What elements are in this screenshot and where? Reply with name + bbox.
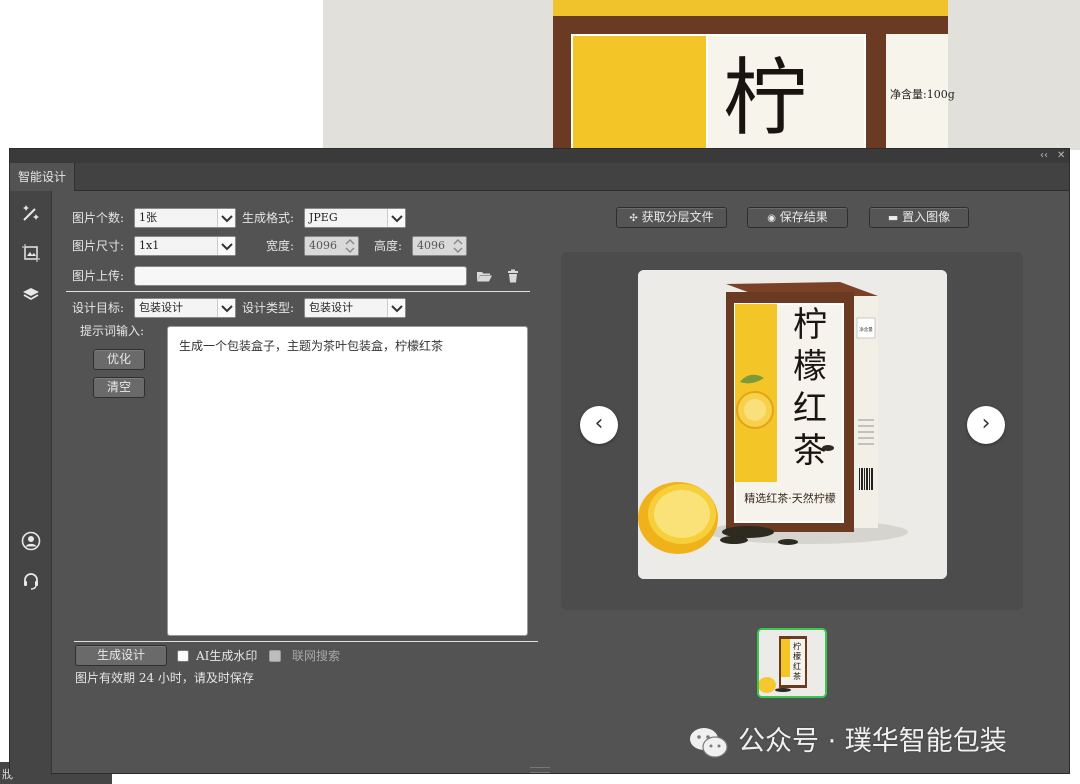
svg-text:茶: 茶: [793, 431, 827, 471]
move-icon: ✣: [629, 213, 638, 224]
tea-box-thumbnail: 柠 檬 红 茶: [759, 630, 825, 696]
svg-text:红: 红: [793, 661, 801, 671]
background-photo: 柠 净含量:100g: [323, 0, 1080, 150]
folder-open-icon[interactable]: [476, 269, 493, 283]
preview-image: 柠 檬 红 茶 精选红茶·天然柠檬 净含量: [638, 270, 947, 579]
panel-titlebar: ‹‹ ✕: [10, 149, 1069, 163]
resize-grip[interactable]: [530, 767, 550, 773]
svg-text:净含量: 净含量: [859, 326, 873, 333]
chevron-down-icon: [217, 209, 235, 227]
clear-button[interactable]: 清空: [93, 377, 145, 398]
image-upload-field[interactable]: [134, 266, 467, 286]
expiry-note: 图片有效期 24 小时，请及时保存: [75, 671, 254, 685]
image-size-select[interactable]: 1x1: [134, 236, 236, 256]
design-target-select[interactable]: 包装设计: [134, 298, 236, 318]
tab-smart-design[interactable]: 智能设计: [10, 163, 76, 191]
svg-text:檬: 檬: [793, 347, 827, 387]
next-image-button[interactable]: ›: [967, 406, 1005, 444]
watermark-checkbox[interactable]: [177, 650, 189, 662]
customer-service-icon[interactable]: [21, 571, 41, 591]
generate-design-button[interactable]: 生成设计: [75, 645, 167, 666]
prompt-textarea[interactable]: 生成一个包装盒子，主题为茶叶包装盒，柠檬红茶: [167, 326, 528, 636]
optimize-button[interactable]: 优化: [93, 349, 145, 370]
layers-icon[interactable]: [21, 285, 41, 305]
screen-root: 柠 净含量:100g 戕 ‹‹ ✕ 智能设计 图片个数: 1张 生成格式: JP…: [0, 0, 1080, 784]
background-tea-box: 柠 净含量:100g: [553, 0, 955, 150]
svg-text:精选红茶·天然柠檬: 精选红茶·天然柠檬: [744, 491, 836, 505]
svg-text:柠: 柠: [793, 641, 801, 651]
height-stepper[interactable]: 4096: [412, 236, 467, 256]
chevron-down-icon: [387, 299, 405, 317]
record-icon: ◉: [767, 213, 776, 224]
divider: [74, 641, 538, 642]
design-type-label: 设计类型:: [242, 301, 295, 315]
save-result-button[interactable]: ◉ 保存结果: [747, 207, 848, 228]
stepper-arrows-icon[interactable]: [452, 238, 464, 254]
width-label: 宽度:: [266, 239, 295, 253]
previous-image-button[interactable]: ‹: [580, 406, 618, 444]
chevron-down-icon: [217, 237, 235, 255]
user-account-icon[interactable]: [21, 531, 41, 551]
background-box-net: 净含量:100g: [890, 88, 955, 101]
svg-text:檬: 檬: [793, 651, 801, 661]
trash-icon[interactable]: [507, 269, 519, 283]
wechat-icon: [690, 727, 728, 758]
height-label: 高度:: [374, 239, 403, 253]
footer-watermark: 公众号 · 璞华智能包装: [688, 722, 1007, 762]
stepper-arrows-icon[interactable]: [344, 238, 356, 254]
design-type-select[interactable]: 包装设计: [304, 298, 406, 318]
place-image-button[interactable]: ▬ 置入图像: [869, 207, 969, 228]
output-format-label: 生成格式:: [242, 211, 295, 225]
close-icon[interactable]: ✕: [1057, 149, 1065, 163]
thumbnail-image[interactable]: 柠 檬 红 茶: [757, 628, 827, 698]
magic-wand-icon[interactable]: [21, 203, 41, 223]
svg-text:茶: 茶: [793, 671, 801, 681]
svg-text:柠: 柠: [793, 305, 827, 345]
tea-box-illustration: 柠 檬 红 茶 精选红茶·天然柠檬 净含量: [638, 270, 947, 579]
prompt-label: 提示词输入:: [80, 324, 145, 338]
output-format-select[interactable]: JPEG: [304, 208, 406, 228]
image-count-select[interactable]: 1张: [134, 208, 236, 228]
width-stepper[interactable]: 4096: [304, 236, 359, 256]
image-frame-icon[interactable]: [21, 243, 41, 263]
image-size-label: 图片尺寸:: [72, 239, 125, 253]
chevron-down-icon: [217, 299, 235, 317]
background-box-char: 柠: [723, 49, 808, 147]
divider: [66, 291, 530, 292]
websearch-label: 联网搜索: [292, 649, 341, 663]
chevron-down-icon: [387, 209, 405, 227]
panel-tab-row: 智能设计: [10, 163, 1069, 191]
collapse-icon[interactable]: ‹‹: [1040, 149, 1048, 163]
folder-icon: ▬: [887, 211, 899, 224]
svg-text:红: 红: [793, 389, 827, 429]
image-count-label: 图片个数:: [72, 211, 125, 225]
watermark-label: AI生成水印: [196, 649, 258, 663]
design-target-label: 设计目标:: [72, 301, 125, 315]
websearch-checkbox[interactable]: [269, 650, 281, 662]
sidebar: [10, 191, 52, 775]
get-layers-button[interactable]: ✣ 获取分层文件: [616, 207, 727, 228]
image-upload-label: 图片上传:: [72, 269, 125, 283]
